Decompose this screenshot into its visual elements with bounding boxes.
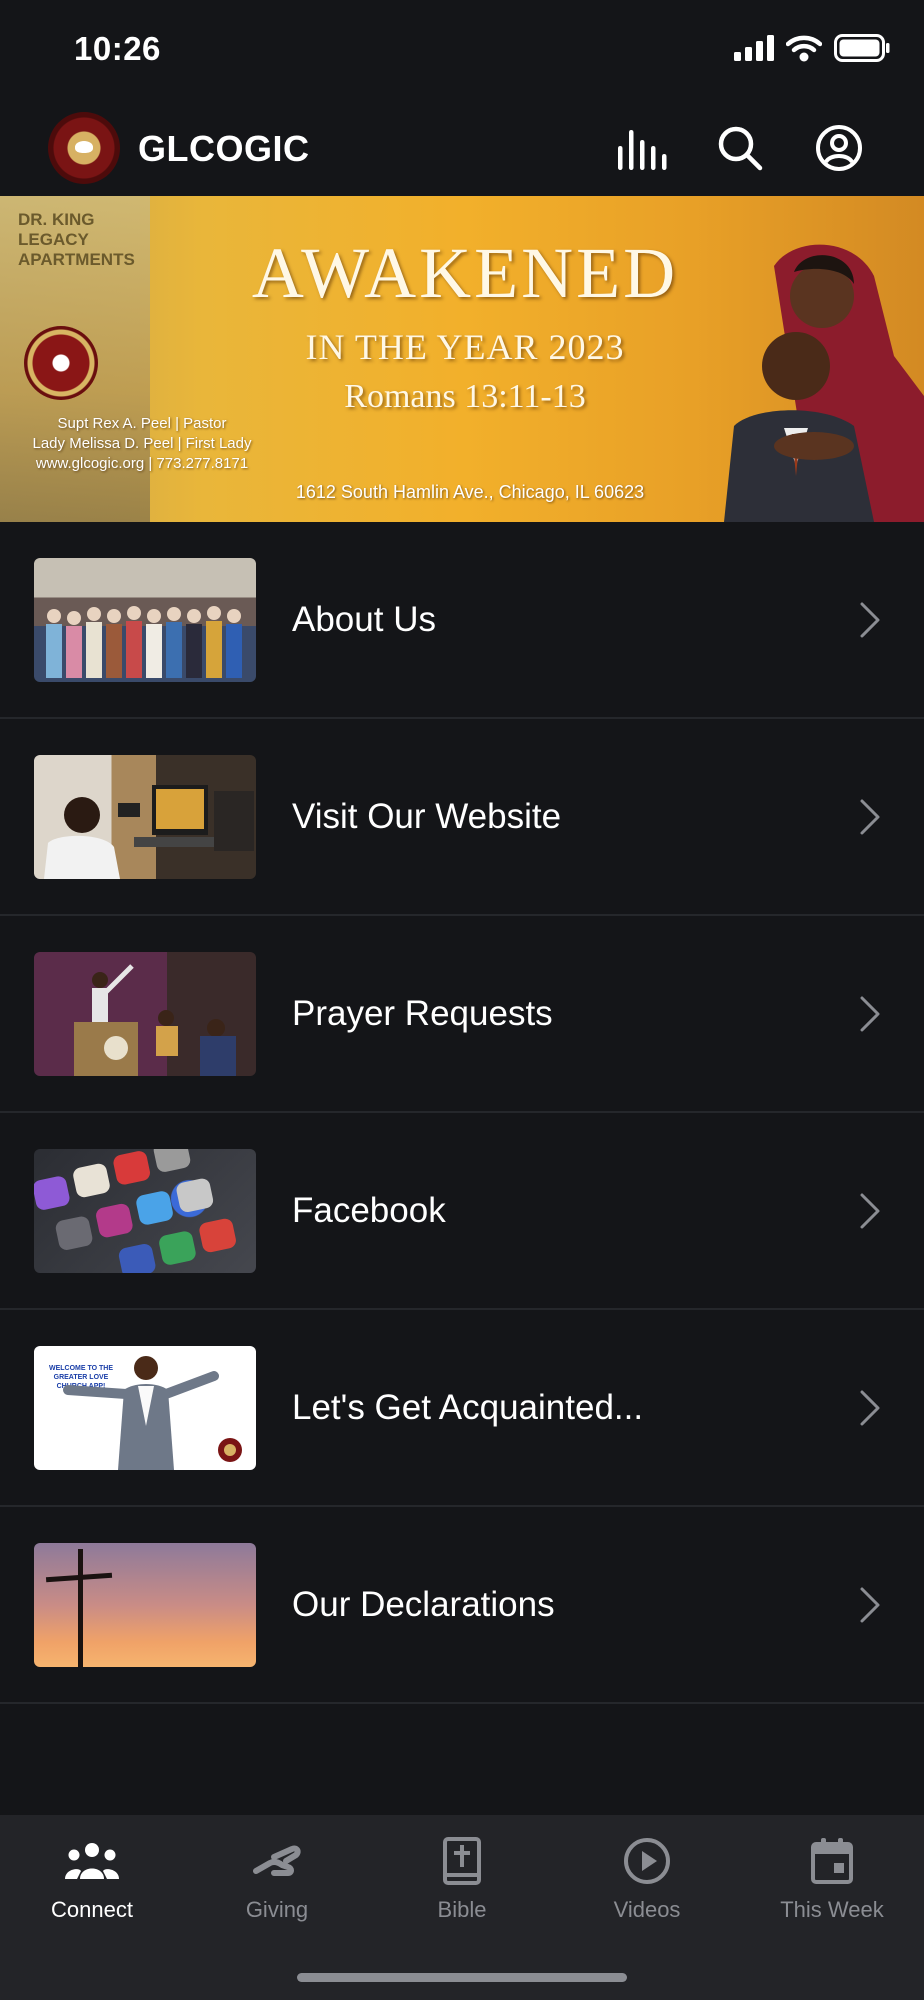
- giving-hand-icon: [252, 1835, 302, 1887]
- chevron-right-icon: [850, 600, 890, 640]
- list-item-label: About Us: [292, 599, 436, 639]
- hero-banner[interactable]: DR. KING LEGACY APARTMENTS AWAKENED IN T…: [0, 196, 924, 522]
- battery-icon: [834, 33, 890, 67]
- list-item-label: Prayer Requests: [292, 993, 553, 1033]
- list-item-label: Let's Get Acquainted...: [292, 1387, 644, 1427]
- equalizer-icon[interactable]: [614, 120, 670, 176]
- tab-giving[interactable]: Giving: [185, 1815, 369, 1935]
- app-title: GLCOGIC: [138, 128, 310, 169]
- banner-building-sign: DR. KING LEGACY APARTMENTS: [18, 210, 135, 269]
- app-header: GLCOGIC: [0, 100, 924, 196]
- worship-stage-photo: [34, 952, 256, 1076]
- tab-bible[interactable]: Bible: [370, 1815, 554, 1935]
- social-apps-photo: [34, 1149, 256, 1273]
- home-indicator[interactable]: [297, 1973, 627, 1982]
- status-icons: [734, 33, 890, 67]
- list-item-about-us[interactable]: About Us: [0, 522, 924, 719]
- banner-seal-logo: [24, 326, 98, 400]
- play-circle-icon: [623, 1835, 671, 1887]
- tab-label: Bible: [437, 1897, 487, 1922]
- banner-credits: Supt Rex A. Peel | Pastor Lady Melissa D…: [12, 414, 272, 474]
- chevron-right-icon: [850, 797, 890, 837]
- banner-address: 1612 South Hamlin Ave., Chicago, IL 6062…: [295, 482, 645, 502]
- cross-sunset-photo: [34, 1543, 256, 1667]
- list-item-lets-get-acquainted[interactable]: WELCOME TO THE GREATER LOVE CHURCH APP! …: [0, 1310, 924, 1507]
- bible-icon: [442, 1835, 482, 1887]
- chevron-right-icon: [850, 994, 890, 1034]
- status-time: 10:26: [74, 30, 161, 67]
- chevron-right-icon: [850, 1388, 890, 1428]
- banner-contact: www.glcogic.org | 773.277.8171: [35, 455, 249, 472]
- chevron-right-icon: [850, 1191, 890, 1231]
- banner-subheadline: IN THE YEAR 2023: [305, 327, 625, 367]
- banner-pastor: Supt Rex A. Peel | Pastor: [57, 415, 227, 432]
- search-icon[interactable]: [712, 120, 768, 176]
- child-at-computer-photo: [34, 755, 256, 879]
- list-item-label: Visit Our Website: [292, 796, 562, 836]
- banner-first-lady: Lady Melissa D. Peel | First Lady: [32, 435, 252, 452]
- people-icon: [63, 1835, 121, 1887]
- list-item-label: Our Declarations: [292, 1584, 555, 1624]
- list-item-visit-website[interactable]: Visit Our Website: [0, 719, 924, 916]
- tab-label: Videos: [613, 1897, 681, 1922]
- banner-couple-photo: [704, 236, 924, 522]
- calendar-icon: [810, 1835, 854, 1887]
- chevron-right-icon: [850, 1585, 890, 1625]
- tab-label: This Week: [780, 1897, 884, 1922]
- signal-icon: [734, 34, 774, 66]
- list-item-our-declarations[interactable]: Our Declarations: [0, 1507, 924, 1704]
- tab-label: Connect: [51, 1897, 133, 1922]
- banner-scripture: Romans 13:11-13: [344, 378, 586, 415]
- banner-headline: AWAKENED: [251, 233, 679, 313]
- tab-this-week[interactable]: This Week: [740, 1815, 924, 1935]
- tab-label: Giving: [245, 1897, 309, 1922]
- list-item-prayer-requests[interactable]: Prayer Requests: [0, 916, 924, 1113]
- tab-connect[interactable]: Connect: [0, 1815, 184, 1935]
- profile-icon[interactable]: [811, 120, 867, 176]
- menu-list: About Us Visit Our Website Prayer Reques…: [0, 522, 924, 1704]
- list-item-label: Facebook: [292, 1190, 446, 1230]
- pastor-welcome-photo: WELCOME TO THE GREATER LOVE CHURCH APP!: [34, 1346, 256, 1470]
- tab-videos[interactable]: Videos: [555, 1815, 739, 1935]
- status-bar: 10:26: [0, 0, 924, 100]
- list-item-facebook[interactable]: Facebook: [0, 1113, 924, 1310]
- wifi-icon: [785, 34, 823, 67]
- church-group-photo: [34, 558, 256, 682]
- church-logo[interactable]: [48, 112, 120, 184]
